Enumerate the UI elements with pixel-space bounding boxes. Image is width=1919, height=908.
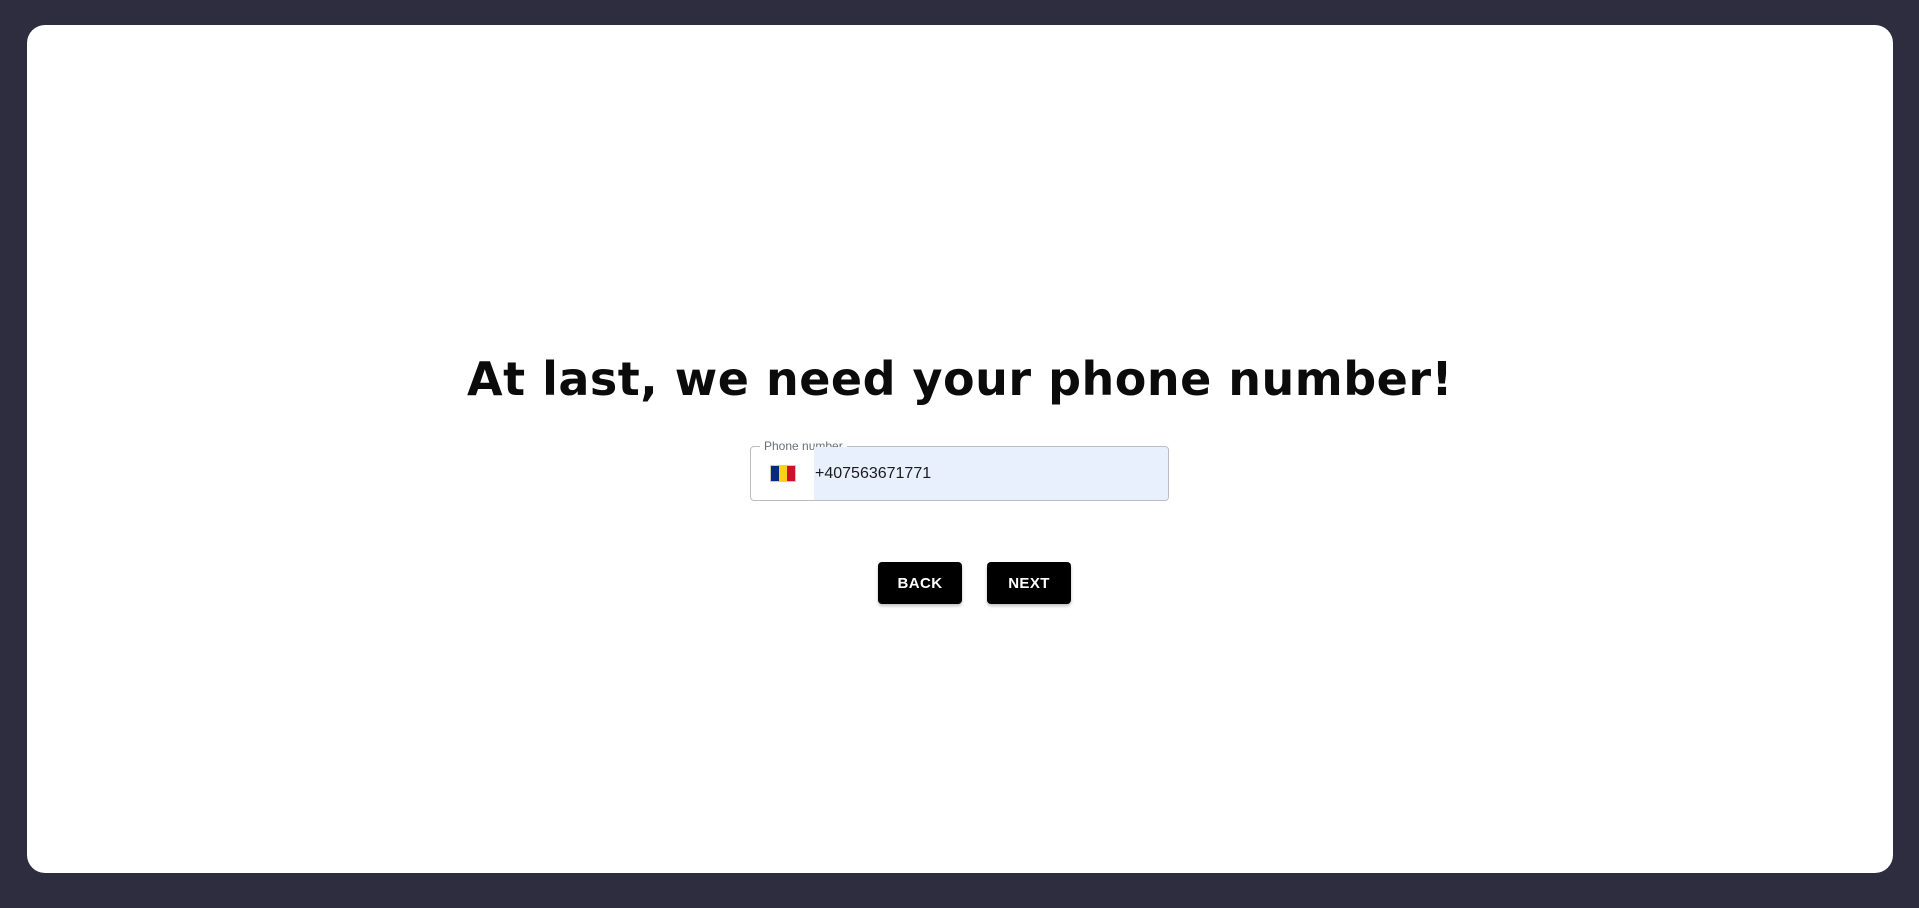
phone-number-input[interactable] xyxy=(814,447,1168,500)
flag-stripe-yellow xyxy=(778,466,787,481)
back-button[interactable]: BACK xyxy=(878,562,962,604)
page-title: At last, we need your phone number! xyxy=(466,352,1454,406)
flag-stripe-red xyxy=(786,466,795,481)
next-button[interactable]: NEXT xyxy=(987,562,1071,604)
romania-flag-icon xyxy=(769,465,796,482)
country-selector-button[interactable] xyxy=(751,447,814,500)
main-card: At last, we need your phone number! Phon… xyxy=(27,25,1893,873)
flag-stripe-blue xyxy=(770,466,779,481)
phone-number-field: Phone number xyxy=(750,439,1169,501)
